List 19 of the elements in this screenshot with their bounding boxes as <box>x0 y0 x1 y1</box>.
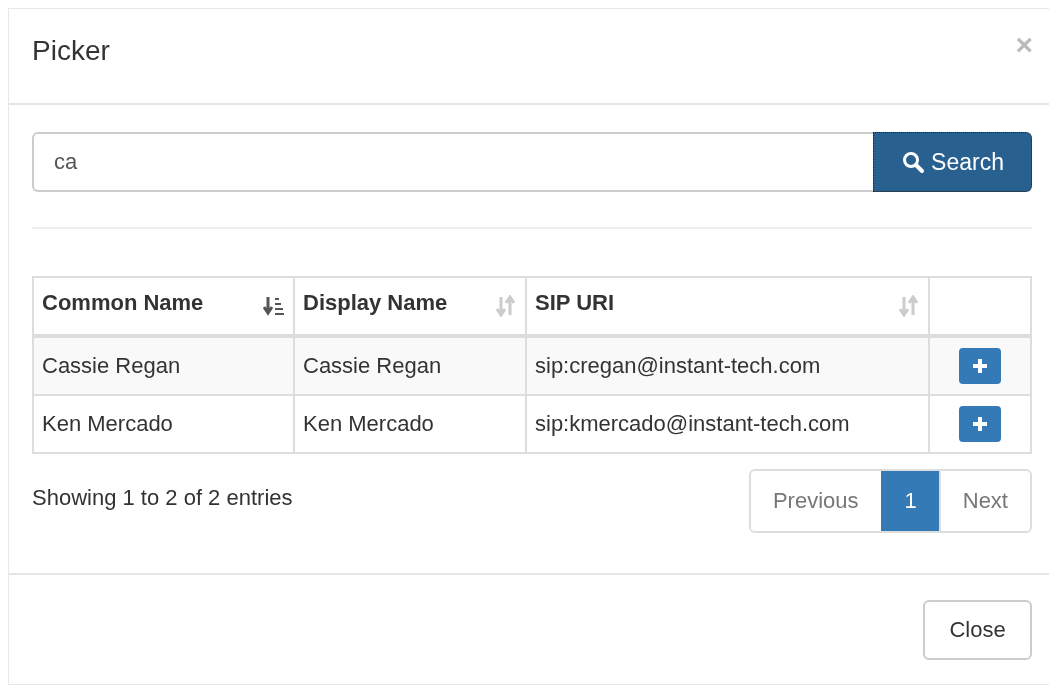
add-button[interactable] <box>959 348 1001 384</box>
plus-icon <box>972 416 988 432</box>
table-cell: sip:cregan@instant-tech.com <box>526 336 929 395</box>
search-field[interactable]: ca <box>32 132 873 192</box>
table-cell: sip:kmercado@instant-tech.com <box>526 395 929 453</box>
page-button[interactable]: 1 <box>880 471 939 531</box>
add-button[interactable] <box>959 406 1001 442</box>
column-header[interactable]: SIP URI <box>535 290 615 316</box>
dialog-title: Picker <box>32 35 110 67</box>
entries-info: Showing 1 to 2 of 2 entries <box>32 485 293 511</box>
table-cell: Ken Mercado <box>294 395 526 453</box>
search-button[interactable]: Search <box>873 132 1032 192</box>
table-cell: Cassie Regan <box>33 336 294 395</box>
table-cell: Cassie Regan <box>294 336 526 395</box>
close-button[interactable]: Close <box>923 600 1032 660</box>
plus-icon <box>972 358 988 374</box>
sort-ascending-icon[interactable] <box>263 295 285 317</box>
table-cell: Ken Mercado <box>33 395 294 453</box>
search-icon <box>901 150 926 174</box>
